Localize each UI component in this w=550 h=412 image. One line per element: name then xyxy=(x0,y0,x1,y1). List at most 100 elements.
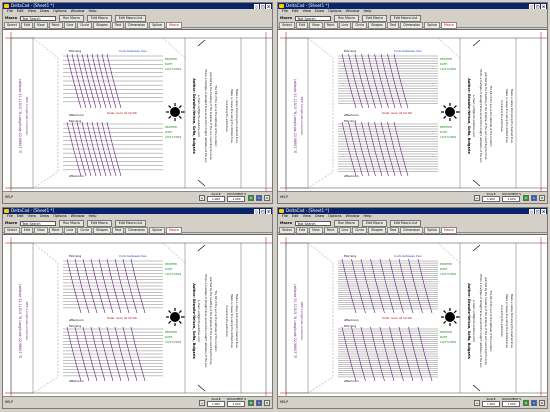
snap-toggle-button[interactable]: S xyxy=(256,194,262,201)
tab-point[interactable]: Point xyxy=(48,22,63,29)
drawing-canvas[interactable]: Latitude 51.11915 °N Longitude 22.98607 … xyxy=(3,234,272,399)
drawing-canvas[interactable]: Latitude 51.11915 °N Longitude 22.98607 … xyxy=(278,234,547,399)
macro-select[interactable]: Text Search xyxy=(295,220,332,226)
tab-shapes[interactable]: Shapes xyxy=(368,22,386,29)
minimize-button[interactable]: _ xyxy=(529,3,534,9)
tab-point[interactable]: Point xyxy=(323,22,338,29)
document-scale-value[interactable]: 1.000 xyxy=(502,401,521,407)
maximize-button[interactable]: □ xyxy=(535,3,540,9)
tab-select[interactable]: Select xyxy=(279,227,295,234)
edit-macro-button[interactable]: Edit Macro xyxy=(86,14,112,22)
scale-value[interactable]: 1.000 xyxy=(481,196,500,202)
ortho-toggle-button[interactable]: O xyxy=(539,399,545,406)
drawing-canvas[interactable]: Latitude 51.11915 °N Longitude 22.98607 … xyxy=(278,29,547,194)
tab-line[interactable]: Line xyxy=(338,22,352,29)
tab-select[interactable]: Select xyxy=(4,22,20,29)
tab-macro[interactable]: Macro xyxy=(441,22,457,29)
close-button[interactable]: × xyxy=(541,208,546,214)
macro-select[interactable]: Text Search xyxy=(20,15,57,21)
grid-toggle-button[interactable]: # xyxy=(248,399,254,406)
close-button[interactable]: × xyxy=(266,208,271,214)
tab-dimension[interactable]: Dimension xyxy=(125,227,149,234)
snap-toggle-button[interactable]: S xyxy=(531,399,537,406)
edit-macro-list-button[interactable]: Edit Macro List xyxy=(114,14,147,22)
zoom-in-button[interactable]: + xyxy=(473,399,480,406)
snap-toggle-button[interactable]: S xyxy=(256,399,262,406)
tab-dimension[interactable]: Dimension xyxy=(400,227,424,234)
tab-circle[interactable]: Circle xyxy=(352,227,368,234)
tab-view[interactable]: View xyxy=(309,227,323,234)
close-button[interactable]: × xyxy=(266,3,271,9)
run-macro-button[interactable]: Run Macro xyxy=(59,219,84,227)
tab-text[interactable]: Text xyxy=(111,227,125,234)
tab-macro[interactable]: Macro xyxy=(166,227,182,234)
maximize-button[interactable]: □ xyxy=(535,208,540,214)
snap-toggle-button[interactable]: S xyxy=(531,194,537,201)
tab-line[interactable]: Line xyxy=(63,227,77,234)
scale-value[interactable]: 1.000 xyxy=(206,196,225,202)
tab-spline[interactable]: Spline xyxy=(424,22,441,29)
maximize-button[interactable]: □ xyxy=(260,208,265,214)
tab-circle[interactable]: Circle xyxy=(352,22,368,29)
tab-select[interactable]: Select xyxy=(279,22,295,29)
tab-circle[interactable]: Circle xyxy=(77,227,93,234)
tab-text[interactable]: Text xyxy=(386,22,400,29)
edit-macro-list-button[interactable]: Edit Macro List xyxy=(114,219,147,227)
run-macro-button[interactable]: Run Macro xyxy=(334,219,359,227)
tab-macro[interactable]: Macro xyxy=(441,227,457,234)
macro-select[interactable]: Text Search xyxy=(295,15,332,21)
edit-macro-button[interactable]: Edit Macro xyxy=(361,219,387,227)
tab-dimension[interactable]: Dimension xyxy=(400,22,424,29)
edit-macro-button[interactable]: Edit Macro xyxy=(361,14,387,22)
grid-toggle-button[interactable]: # xyxy=(523,194,529,201)
document-scale-value[interactable]: 1.000 xyxy=(227,401,246,407)
tab-view[interactable]: View xyxy=(309,22,323,29)
tab-line[interactable]: Line xyxy=(63,22,77,29)
tab-shapes[interactable]: Shapes xyxy=(93,22,111,29)
minimize-button[interactable]: _ xyxy=(254,3,259,9)
macro-select[interactable]: Text Search xyxy=(20,220,57,226)
tab-select[interactable]: Select xyxy=(4,227,20,234)
grid-toggle-button[interactable]: # xyxy=(248,194,254,201)
zoom-in-button[interactable]: + xyxy=(198,399,205,406)
minimize-button[interactable]: _ xyxy=(254,208,259,214)
tab-view[interactable]: View xyxy=(34,22,48,29)
zoom-in-button[interactable]: + xyxy=(473,194,480,201)
run-macro-button[interactable]: Run Macro xyxy=(59,14,84,22)
document-scale-value[interactable]: 1.000 xyxy=(502,196,521,202)
run-macro-button[interactable]: Run Macro xyxy=(334,14,359,22)
document-scale-value[interactable]: 1.000 xyxy=(227,196,246,202)
tab-view[interactable]: View xyxy=(34,227,48,234)
tab-edit[interactable]: Edit xyxy=(20,227,34,234)
close-button[interactable]: × xyxy=(541,3,546,9)
tab-text[interactable]: Text xyxy=(386,227,400,234)
tab-edit[interactable]: Edit xyxy=(295,22,309,29)
tab-circle[interactable]: Circle xyxy=(77,22,93,29)
scale-value[interactable]: 1.000 xyxy=(206,401,225,407)
zoom-in-button[interactable]: + xyxy=(198,194,205,201)
ortho-toggle-button[interactable]: O xyxy=(264,399,270,406)
tab-line[interactable]: Line xyxy=(338,227,352,234)
tab-point[interactable]: Point xyxy=(48,227,63,234)
scale-value[interactable]: 1.000 xyxy=(481,401,500,407)
tab-spline[interactable]: Spline xyxy=(149,22,166,29)
tab-shapes[interactable]: Shapes xyxy=(368,227,386,234)
grid-toggle-button[interactable]: # xyxy=(523,399,529,406)
ortho-toggle-button[interactable]: O xyxy=(264,194,270,201)
drawing-canvas[interactable]: Latitude 51.11915 °N Longitude 22.98607 … xyxy=(3,29,272,194)
tab-dimension[interactable]: Dimension xyxy=(125,22,149,29)
edit-macro-list-button[interactable]: Edit Macro List xyxy=(389,14,422,22)
tab-point[interactable]: Point xyxy=(323,227,338,234)
tab-edit[interactable]: Edit xyxy=(20,22,34,29)
tab-spline[interactable]: Spline xyxy=(149,227,166,234)
ortho-toggle-button[interactable]: O xyxy=(539,194,545,201)
tab-spline[interactable]: Spline xyxy=(424,227,441,234)
tab-text[interactable]: Text xyxy=(111,22,125,29)
tab-edit[interactable]: Edit xyxy=(295,227,309,234)
maximize-button[interactable]: □ xyxy=(260,3,265,9)
edit-macro-button[interactable]: Edit Macro xyxy=(86,219,112,227)
minimize-button[interactable]: _ xyxy=(529,208,534,214)
tab-shapes[interactable]: Shapes xyxy=(93,227,111,234)
tab-macro[interactable]: Macro xyxy=(166,22,182,29)
edit-macro-list-button[interactable]: Edit Macro List xyxy=(389,219,422,227)
